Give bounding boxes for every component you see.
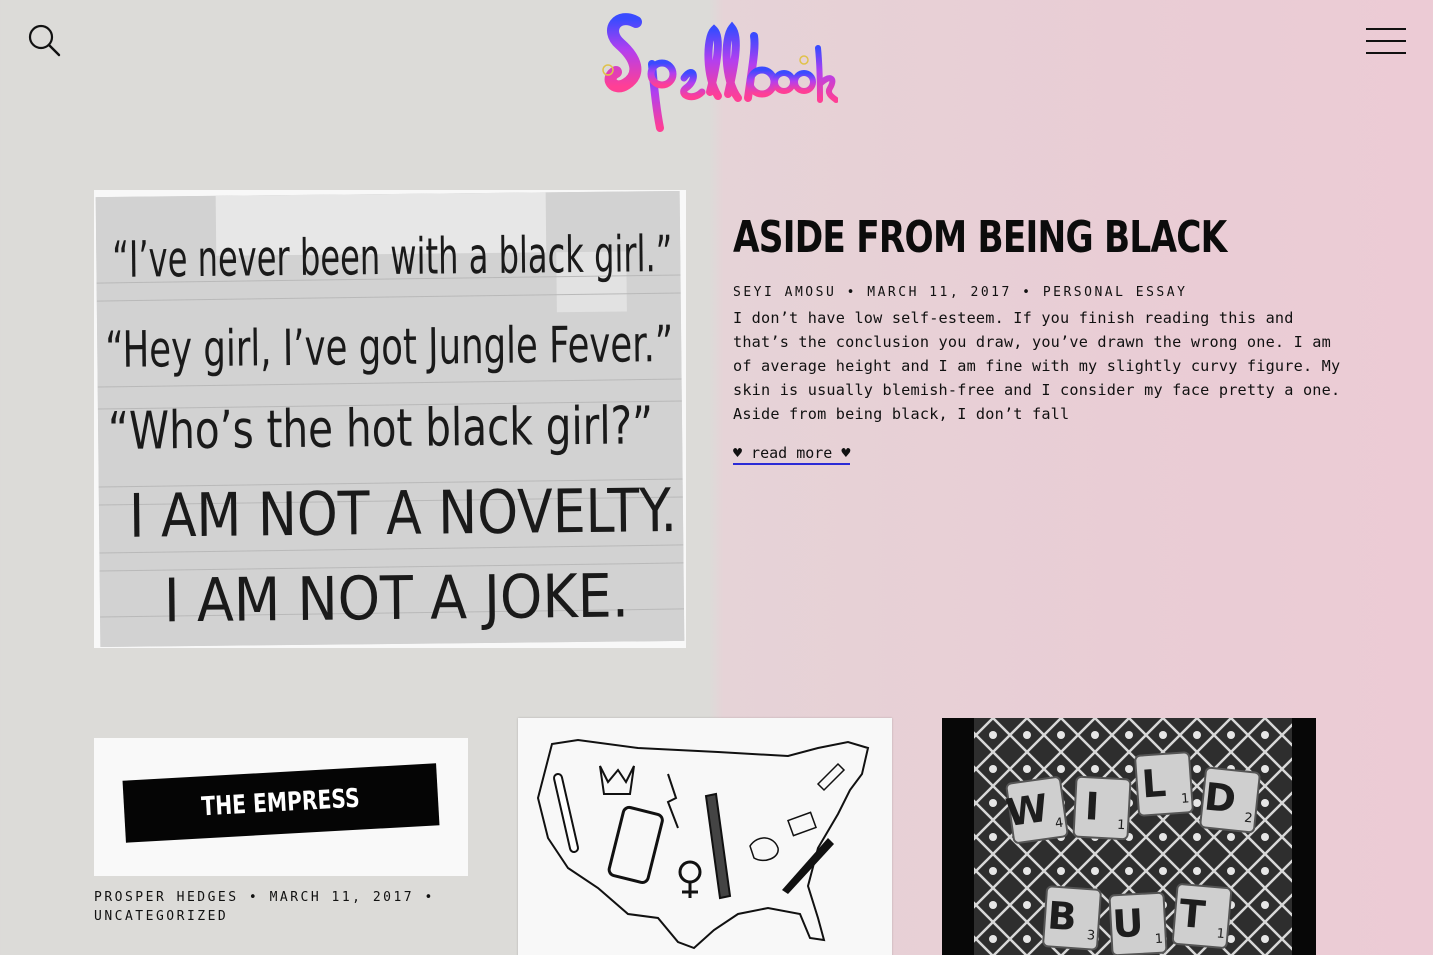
- scrabble-tile: W4: [1003, 776, 1069, 844]
- meta-separator: •: [846, 285, 857, 300]
- handwritten-note-image: “I’ve never been with a black girl.” “He…: [95, 190, 685, 648]
- menu-button[interactable]: [1366, 26, 1408, 56]
- featured-post-title[interactable]: ASIDE FROM BEING BLACK: [733, 212, 1227, 263]
- spellbook-logo-image: [602, 13, 839, 132]
- post-card-scrabble-tiles[interactable]: W4I1L1D2 B3U1T1: [942, 718, 1316, 955]
- scrabble-tile-score: 3: [1086, 928, 1095, 944]
- note-line-2: “Hey girl, I’ve got Jungle Fever.”: [105, 315, 674, 379]
- featured-post-date[interactable]: MARCH 11, 2017: [867, 285, 1012, 300]
- post-card-author[interactable]: PROSPER HEDGES: [94, 890, 239, 905]
- meta-separator: •: [424, 890, 435, 905]
- featured-post-author[interactable]: SEYI AMOSU: [733, 285, 836, 300]
- note-line-4: I AM NOT A NOVELTY.: [129, 476, 678, 552]
- featured-post-image[interactable]: “I’ve never been with a black girl.” “He…: [94, 190, 686, 648]
- scrabble-tile-letter: L: [1140, 761, 1167, 807]
- note-line-5: I AM NOT A JOKE.: [164, 562, 630, 637]
- note-svg: “I’ve never been with a black girl.” “He…: [95, 190, 685, 648]
- scrabble-tile-letter: W: [1003, 786, 1051, 835]
- scrabble-tile: B3: [1042, 885, 1102, 951]
- scrabble-tile: T1: [1171, 883, 1233, 949]
- featured-post-excerpt: I don’t have low self-esteem. If you fin…: [733, 309, 1341, 423]
- scrabble-tile-score: 1: [1216, 926, 1226, 942]
- scrabble-tile: I1: [1072, 775, 1132, 841]
- featured-post-category[interactable]: PERSONAL ESSAY: [1043, 285, 1188, 300]
- note-line-1: “I’ve never been with a black girl.”: [112, 225, 673, 289]
- scrabble-tile-score: 1: [1181, 791, 1190, 807]
- meta-separator: •: [248, 890, 260, 905]
- read-more-link[interactable]: ♥ read more ♥: [733, 444, 851, 465]
- post-card-meta: PROSPER HEDGES • MARCH 11, 2017 • UNCATE…: [94, 888, 468, 926]
- post-card-map-illustration[interactable]: [518, 718, 892, 955]
- scrabble-tile: U1: [1108, 891, 1168, 955]
- featured-post-meta: SEYI AMOSU • MARCH 11, 2017 • PERSONAL E…: [733, 285, 1187, 300]
- note-line-3: “Who’s the hot black girl?”: [108, 396, 654, 462]
- search-button[interactable]: [26, 22, 64, 60]
- empress-banner-text: THE EMPRESS: [201, 783, 361, 823]
- us-map-illustration-icon: [536, 738, 870, 950]
- scrabble-tile-score: 1: [1154, 932, 1163, 947]
- scrabble-tile-letter: B: [1046, 893, 1078, 939]
- search-icon: [28, 24, 61, 57]
- post-card-thumbnail[interactable]: THE EMPRESS: [94, 738, 468, 876]
- scrabble-tile-score: 1: [1117, 818, 1126, 833]
- post-card-category[interactable]: UNCATEGORIZED: [94, 909, 228, 924]
- meta-separator: •: [1022, 285, 1033, 300]
- tiles-row-2: B 3 U 1T 1: [1042, 883, 1233, 955]
- scrabble-tile-letter: D: [1202, 774, 1238, 821]
- empress-banner: THE EMPRESS: [122, 763, 440, 843]
- post-card-the-empress: THE EMPRESS PROSPER HEDGES • MARCH 11, 2…: [94, 738, 468, 926]
- scrabble-tile: D2: [1199, 766, 1261, 834]
- site-logo[interactable]: [598, 8, 839, 138]
- scrabble-tile: L1: [1134, 751, 1194, 817]
- scrabble-tile-score: 2: [1243, 811, 1253, 827]
- scrabble-tile-letter: I: [1084, 784, 1100, 829]
- post-card-date[interactable]: MARCH 11, 2017: [270, 890, 415, 905]
- scrabble-tile-letter: T: [1177, 891, 1207, 937]
- scrabble-tile-letter: U: [1111, 901, 1144, 947]
- scrabble-tiles-image: W 4 I 1L 1 D 2 B 3 U 1T 1: [974, 718, 1292, 955]
